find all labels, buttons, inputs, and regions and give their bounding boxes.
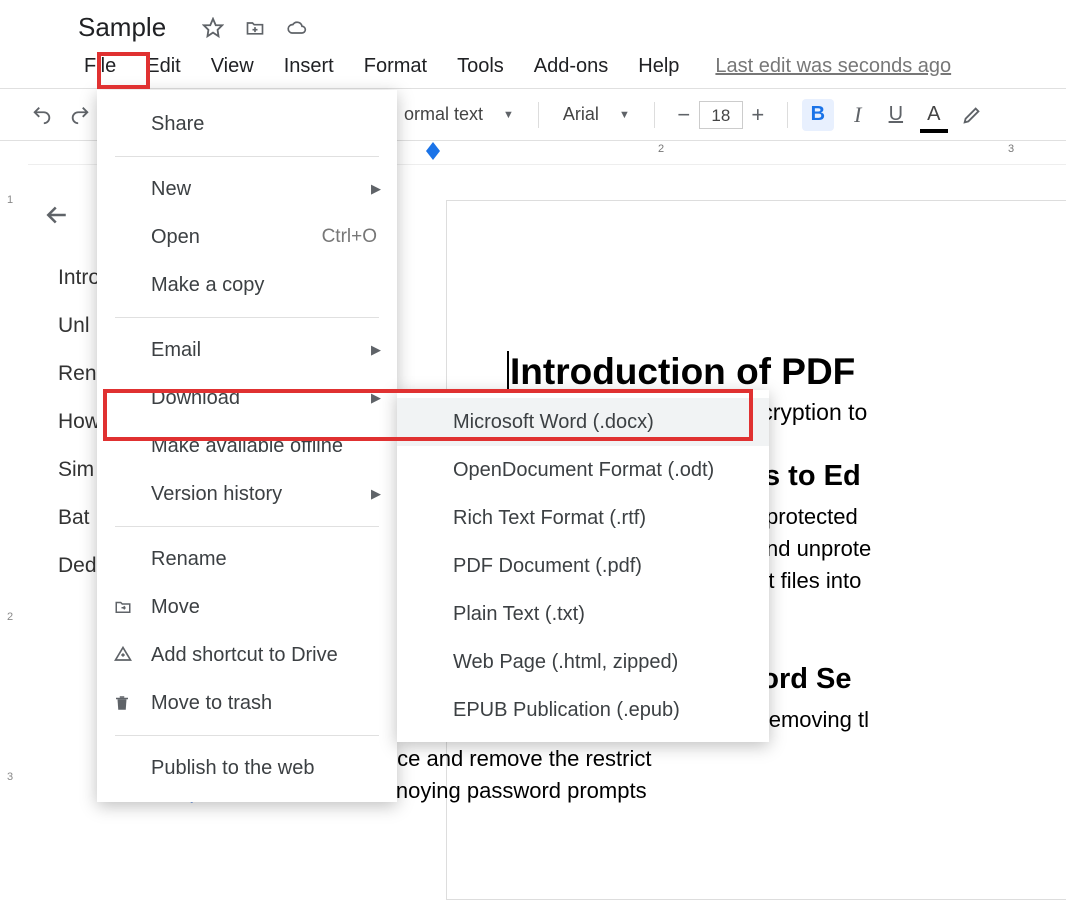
submenu-arrow-icon: ▶ bbox=[371, 390, 381, 406]
download-option-odt[interactable]: OpenDocument Format (.odt) bbox=[397, 446, 769, 494]
ruler-tick: 2 bbox=[658, 143, 664, 155]
download-option-html[interactable]: Web Page (.html, zipped) bbox=[397, 638, 769, 686]
menu-view[interactable]: View bbox=[199, 49, 266, 84]
bold-button[interactable]: B bbox=[802, 99, 834, 131]
chevron-down-icon: ▼ bbox=[619, 109, 630, 121]
menu-addons[interactable]: Add-ons bbox=[522, 49, 621, 84]
left-indent-marker[interactable] bbox=[426, 151, 440, 160]
file-menu-dropdown: Share New▶ OpenCtrl+O Make a copy Email▶… bbox=[97, 90, 397, 802]
highlight-color-button[interactable] bbox=[958, 101, 986, 129]
menu-item-publish[interactable]: Publish to the web bbox=[97, 744, 397, 792]
download-option-txt[interactable]: Plain Text (.txt) bbox=[397, 590, 769, 638]
menu-edit[interactable]: Edit bbox=[134, 49, 192, 84]
star-icon[interactable] bbox=[202, 17, 224, 39]
ruler-tick: 3 bbox=[1008, 143, 1014, 155]
menu-item-download[interactable]: Download▶ bbox=[97, 374, 397, 422]
first-line-indent-marker[interactable] bbox=[426, 142, 440, 151]
menu-item-move-to-trash[interactable]: Move to trash bbox=[97, 679, 397, 727]
menu-item-share[interactable]: Share bbox=[97, 100, 397, 148]
submenu-arrow-icon: ▶ bbox=[371, 181, 381, 197]
download-option-rtf[interactable]: Rich Text Format (.rtf) bbox=[397, 494, 769, 542]
menu-tools[interactable]: Tools bbox=[445, 49, 516, 84]
menu-item-make-copy[interactable]: Make a copy bbox=[97, 261, 397, 309]
font-size-input[interactable]: 18 bbox=[699, 101, 743, 129]
menu-format[interactable]: Format bbox=[352, 49, 439, 84]
submenu-arrow-icon: ▶ bbox=[371, 486, 381, 502]
menu-item-make-offline[interactable]: Make available offline bbox=[97, 422, 397, 470]
menu-item-move[interactable]: Move bbox=[97, 583, 397, 631]
menu-insert[interactable]: Insert bbox=[272, 49, 346, 84]
font-size-decrease[interactable]: − bbox=[669, 100, 699, 130]
submenu-arrow-icon: ▶ bbox=[371, 342, 381, 358]
font-size-increase[interactable]: + bbox=[743, 100, 773, 130]
drive-shortcut-icon bbox=[113, 645, 137, 665]
download-option-docx[interactable]: Microsoft Word (.docx) bbox=[397, 398, 769, 446]
menu-item-email[interactable]: Email▶ bbox=[97, 326, 397, 374]
vertical-ruler[interactable]: 1 2 3 bbox=[0, 176, 28, 809]
menu-file[interactable]: File bbox=[72, 49, 128, 84]
text-color-button[interactable]: A bbox=[920, 101, 948, 129]
paragraph-style-select[interactable]: ormal text ▼ bbox=[394, 104, 524, 125]
menu-item-add-shortcut[interactable]: Add shortcut to Drive bbox=[97, 631, 397, 679]
last-edit-link[interactable]: Last edit was seconds ago bbox=[715, 55, 951, 78]
undo-button[interactable] bbox=[28, 101, 56, 129]
move-folder-icon[interactable] bbox=[244, 17, 266, 39]
document-title[interactable]: Sample bbox=[72, 10, 172, 45]
download-option-epub[interactable]: EPUB Publication (.epub) bbox=[397, 686, 769, 734]
download-submenu: Microsoft Word (.docx) OpenDocument Form… bbox=[397, 390, 769, 742]
menu-item-new[interactable]: New▶ bbox=[97, 165, 397, 213]
docs-app-icon[interactable] bbox=[18, 12, 58, 66]
italic-button[interactable]: I bbox=[844, 101, 872, 129]
menubar: File Edit View Insert Format Tools Add-o… bbox=[72, 49, 951, 84]
chevron-down-icon: ▼ bbox=[503, 109, 514, 121]
redo-button[interactable] bbox=[66, 101, 94, 129]
paragraph-style-value: ormal text bbox=[404, 104, 483, 125]
menu-item-rename[interactable]: Rename bbox=[97, 535, 397, 583]
menu-item-open[interactable]: OpenCtrl+O bbox=[97, 213, 397, 261]
cloud-status-icon[interactable] bbox=[286, 17, 308, 39]
heading-1: Introduction of PDF bbox=[507, 351, 1066, 393]
shortcut-label: Ctrl+O bbox=[322, 226, 377, 248]
menu-item-version-history[interactable]: Version history▶ bbox=[97, 470, 397, 518]
outline-back-button[interactable] bbox=[42, 200, 78, 236]
trash-icon bbox=[113, 693, 137, 713]
download-option-pdf[interactable]: PDF Document (.pdf) bbox=[397, 542, 769, 590]
font-family-value: Arial bbox=[563, 104, 599, 125]
font-family-select[interactable]: Arial ▼ bbox=[553, 104, 640, 125]
menu-help[interactable]: Help bbox=[626, 49, 691, 84]
move-icon bbox=[113, 598, 137, 616]
underline-button[interactable]: U bbox=[882, 101, 910, 129]
